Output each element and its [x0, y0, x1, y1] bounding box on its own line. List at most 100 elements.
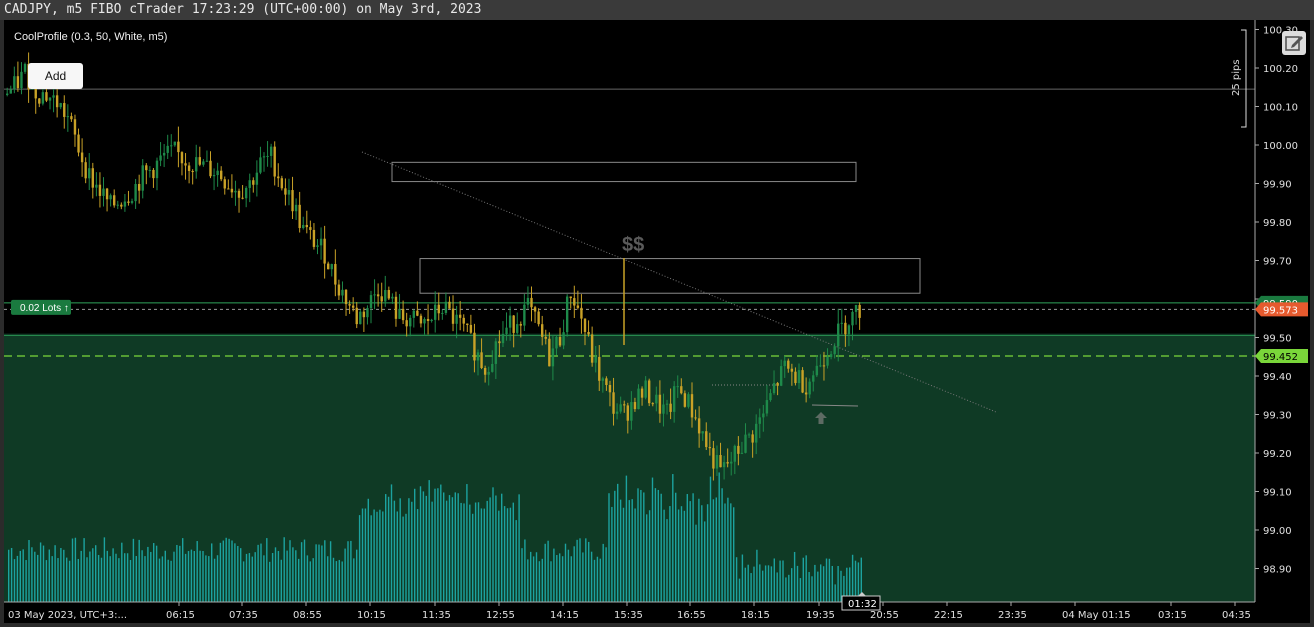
volume-bar: [100, 557, 103, 602]
candle: [237, 190, 241, 198]
candle: [762, 413, 765, 418]
volume-bar: [190, 549, 193, 602]
volume-bar: [851, 554, 854, 602]
candle: [755, 423, 758, 443]
candle: [305, 224, 308, 228]
candle: [801, 370, 804, 393]
volume-bar: [298, 558, 300, 602]
volume-bar: [698, 498, 700, 602]
volume-bar: [611, 506, 613, 602]
volume-bar: [237, 545, 239, 602]
volume-bar: [672, 474, 674, 602]
indicator-label[interactable]: CoolProfile (0.3, 50, White, m5): [14, 31, 167, 43]
candle: [45, 92, 48, 101]
candle: [113, 195, 116, 206]
pip-ruler-label: 25 pips: [1231, 59, 1242, 96]
candle: [505, 327, 508, 335]
volume-bar: [205, 555, 207, 602]
candle: [476, 352, 480, 361]
candle: [141, 165, 144, 191]
zone-box[interactable]: [391, 161, 857, 183]
volume-bar: [112, 548, 114, 602]
volume-bar: [712, 499, 715, 602]
volume-bar: [228, 538, 230, 602]
volume-bar: [544, 543, 546, 602]
add-button[interactable]: Add: [28, 63, 83, 89]
volume-bar: [619, 499, 622, 602]
candle: [837, 323, 840, 347]
candle: [216, 170, 219, 176]
candle: [77, 134, 80, 153]
candle: [177, 141, 180, 153]
candle: [316, 245, 319, 247]
time-tick-label: 14:15: [550, 610, 579, 621]
edit-icon[interactable]: [1282, 31, 1306, 55]
chart-area[interactable]: $$ 100.30 100.20 100.10 100.00 99.90 99.80 99.7…: [4, 20, 1310, 623]
volume-bar: [498, 510, 500, 602]
volume-bar: [811, 576, 813, 602]
volume-bar: [669, 506, 671, 602]
candle: [409, 317, 412, 327]
volume-bar: [295, 550, 297, 602]
volume-bar: [106, 550, 108, 602]
candle: [858, 304, 861, 318]
candle: [84, 162, 87, 179]
volume-bar: [735, 557, 738, 602]
volume-bar: [422, 491, 425, 602]
volume-bar: [390, 484, 393, 602]
candle: [91, 168, 94, 188]
volume-bar: [13, 559, 16, 602]
candle: [137, 183, 141, 191]
volume-bar: [286, 550, 288, 602]
candle: [672, 386, 676, 412]
candle: [195, 157, 198, 172]
volume-bar: [34, 551, 36, 602]
volume-bar: [399, 498, 401, 602]
volume-bar: [222, 540, 224, 602]
volume-bar: [289, 540, 291, 602]
time-tick-label: 06:15: [166, 610, 195, 621]
candle: [747, 434, 751, 436]
candle: [851, 311, 854, 326]
volume-bar: [759, 564, 761, 602]
time-tick-label: 11:35: [422, 610, 451, 621]
volume-bar: [63, 549, 65, 602]
price-chart[interactable]: $$100.30100.20100.10100.0099.9099.8099.7…: [4, 20, 1310, 623]
volume-bar: [338, 559, 340, 602]
volume-bar: [718, 472, 720, 602]
volume-bar: [164, 550, 166, 602]
candle: [530, 297, 533, 308]
volume-bar: [16, 555, 19, 602]
volume-bar: [254, 552, 256, 602]
volume-bar: [689, 501, 691, 602]
zone-box[interactable]: [419, 258, 921, 294]
candle: [191, 171, 194, 173]
candle: [665, 403, 669, 405]
candle: [580, 307, 583, 319]
candle: [623, 404, 626, 406]
candle: [633, 402, 637, 410]
volume-bar: [71, 538, 74, 602]
candle: [205, 160, 209, 162]
candle: [59, 103, 62, 108]
volume-bar: [527, 559, 529, 602]
volume-bar: [74, 537, 77, 602]
volume-bar: [309, 561, 311, 602]
volume-bar: [364, 508, 367, 602]
candle: [134, 183, 137, 202]
volume-bar: [109, 556, 111, 602]
volume-bar: [54, 545, 56, 602]
volume-bar: [269, 561, 271, 602]
volume-bar: [559, 553, 561, 602]
volume-bar: [353, 558, 355, 602]
volume-bar: [791, 568, 793, 602]
volume-bar: [97, 554, 100, 602]
volume-bar: [425, 495, 427, 602]
volume-bar: [118, 558, 120, 602]
candle: [41, 92, 45, 104]
volume-bar: [785, 577, 787, 602]
candle: [123, 201, 127, 207]
candle: [145, 165, 148, 171]
volume-bar: [437, 488, 439, 602]
volume-bar: [637, 488, 639, 602]
